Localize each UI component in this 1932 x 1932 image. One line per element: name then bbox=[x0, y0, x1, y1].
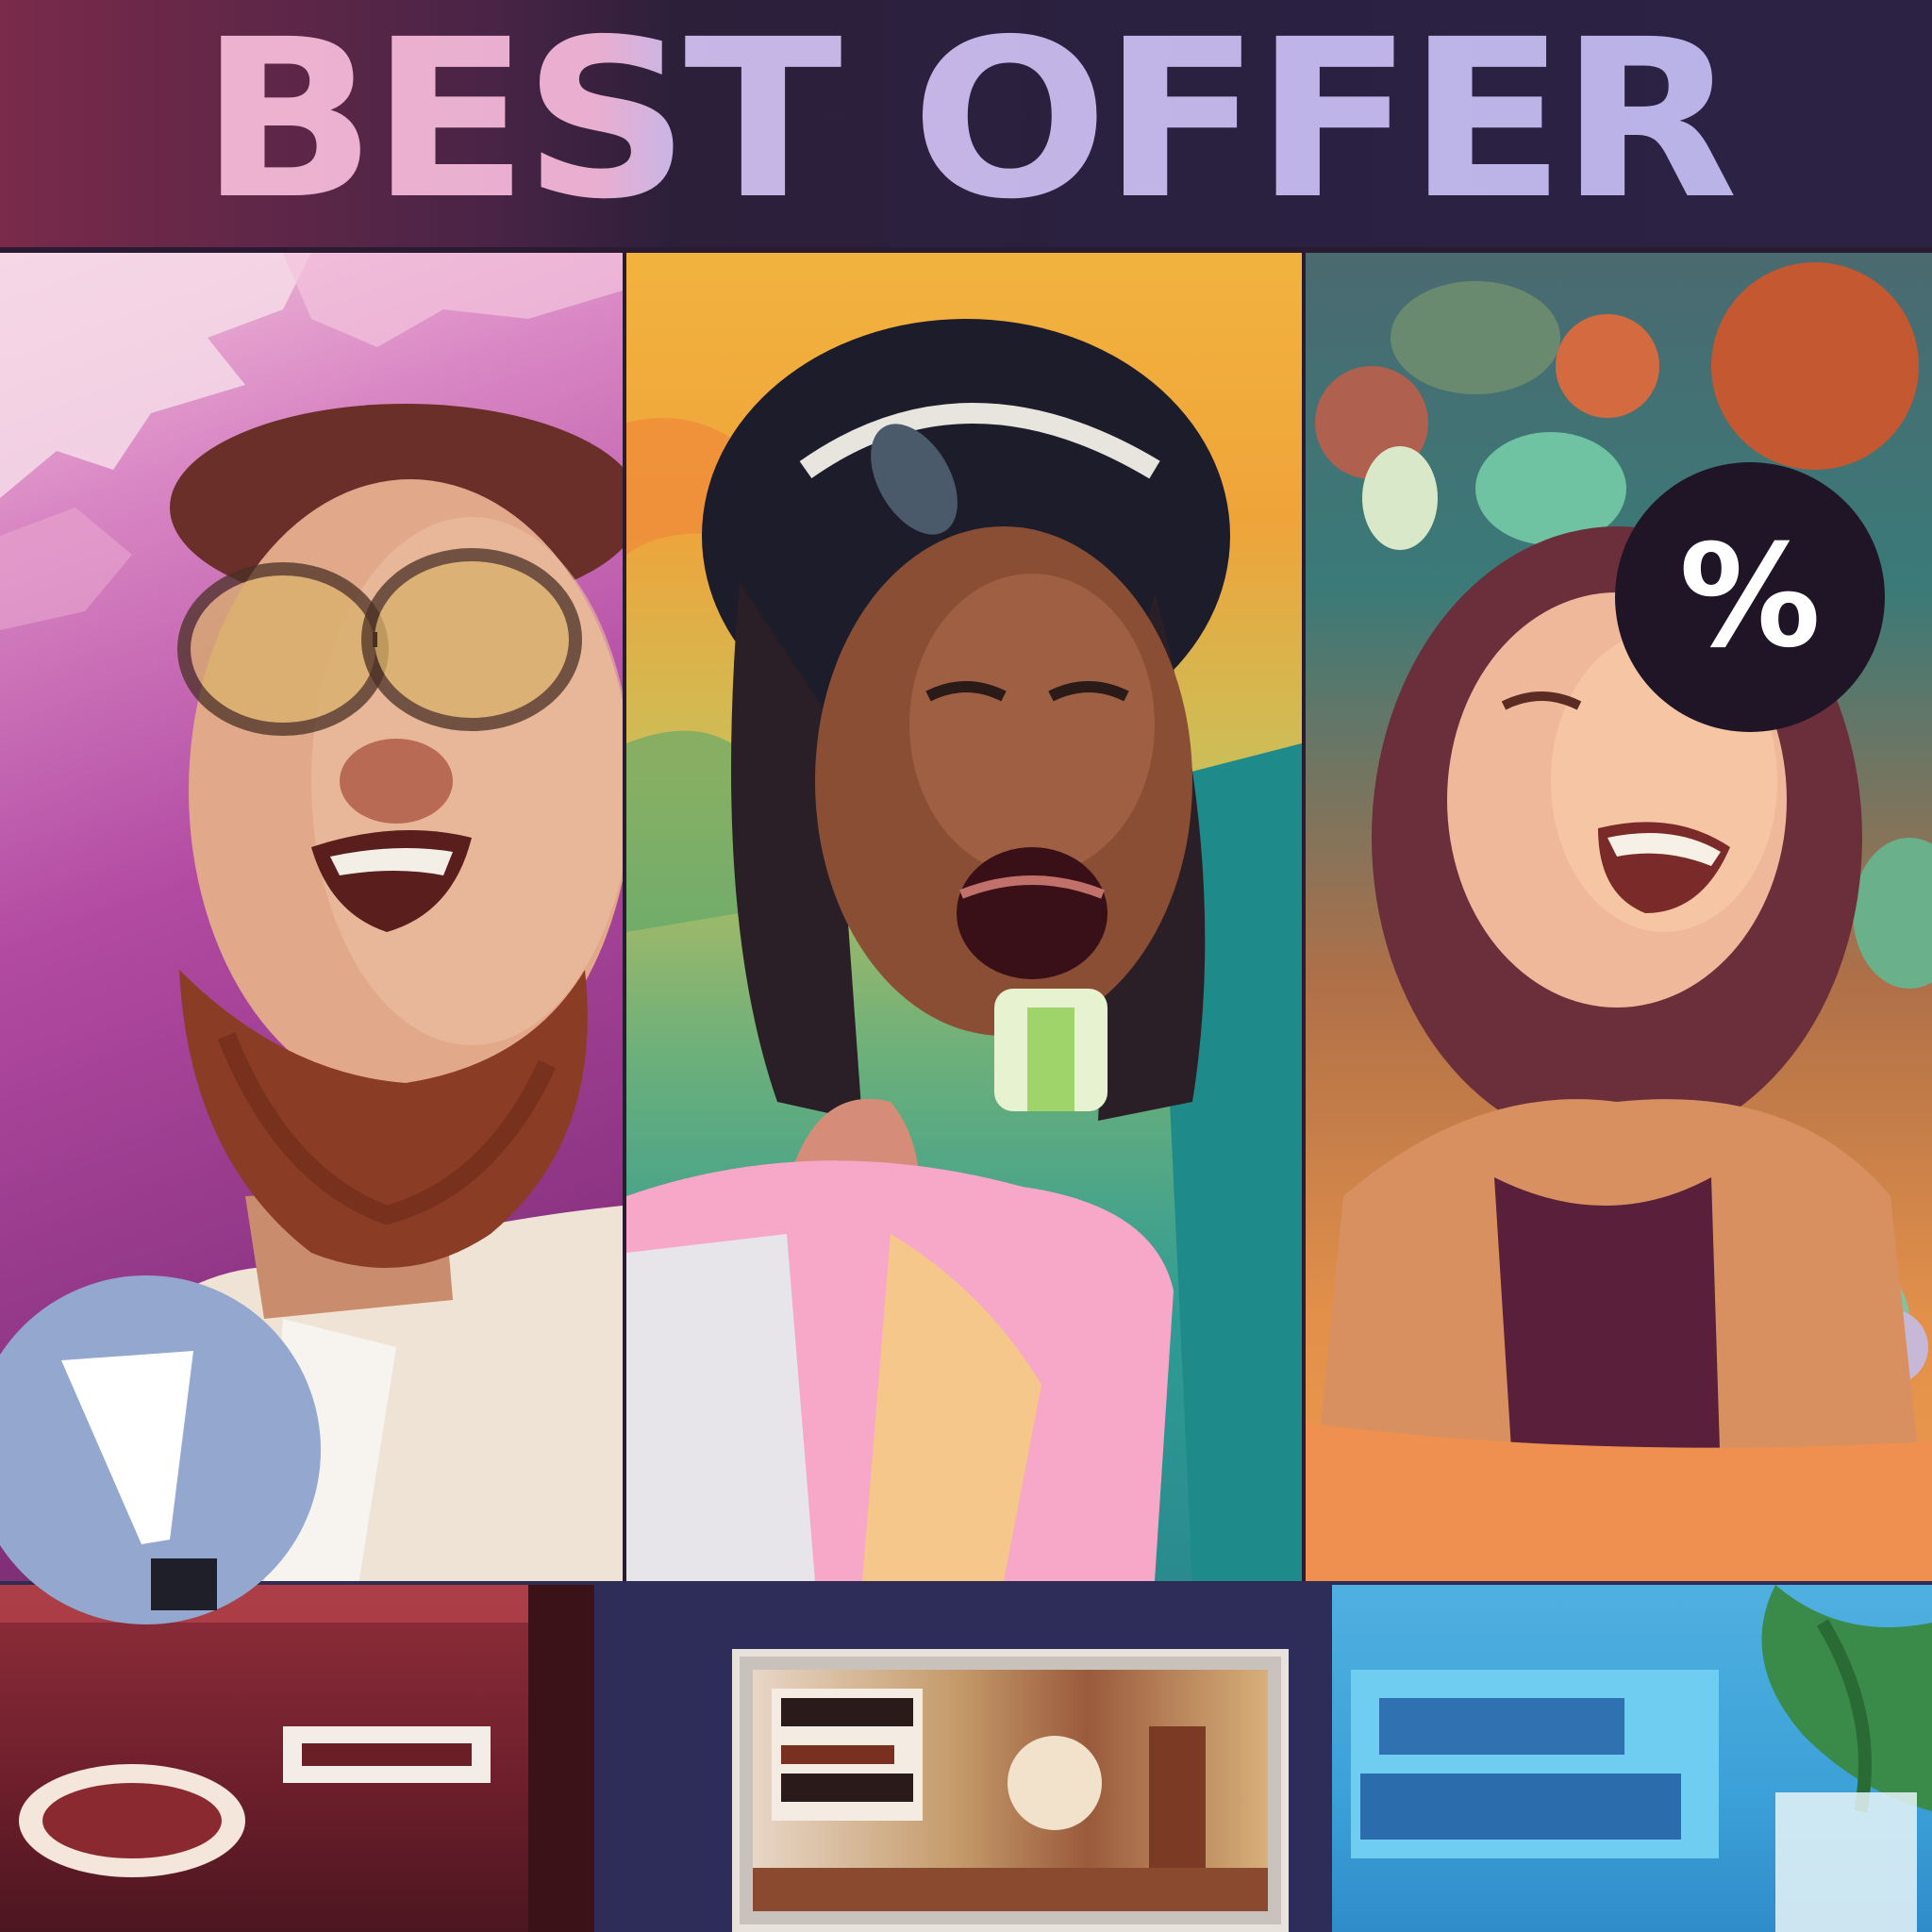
offer-collage: BEST OFFER % bbox=[0, 0, 1932, 1932]
exclamation-icon bbox=[61, 1351, 217, 1610]
percent-symbol: % bbox=[1678, 515, 1822, 679]
woman-laughing-illustration bbox=[1306, 262, 1932, 1581]
blue-sign-illustration bbox=[1351, 1585, 1932, 1932]
thumbnail-storefront bbox=[0, 1585, 594, 1932]
display-screen bbox=[753, 1670, 1268, 1911]
photo-panel-woman-eating bbox=[626, 253, 1302, 1581]
storefront-illustration bbox=[0, 1585, 594, 1932]
photo-panel-woman-laughing bbox=[1306, 253, 1932, 1581]
display-frame bbox=[732, 1649, 1289, 1932]
alert-badge bbox=[0, 1275, 321, 1624]
header-banner: BEST OFFER bbox=[0, 0, 1932, 247]
display-illustration bbox=[753, 1689, 1268, 1911]
thumbnail-blue-sign bbox=[1332, 1585, 1932, 1932]
headline-title: BEST OFFER bbox=[0, 0, 1932, 243]
discount-badge: % bbox=[1615, 462, 1885, 732]
woman-eating-illustration bbox=[626, 319, 1302, 1581]
